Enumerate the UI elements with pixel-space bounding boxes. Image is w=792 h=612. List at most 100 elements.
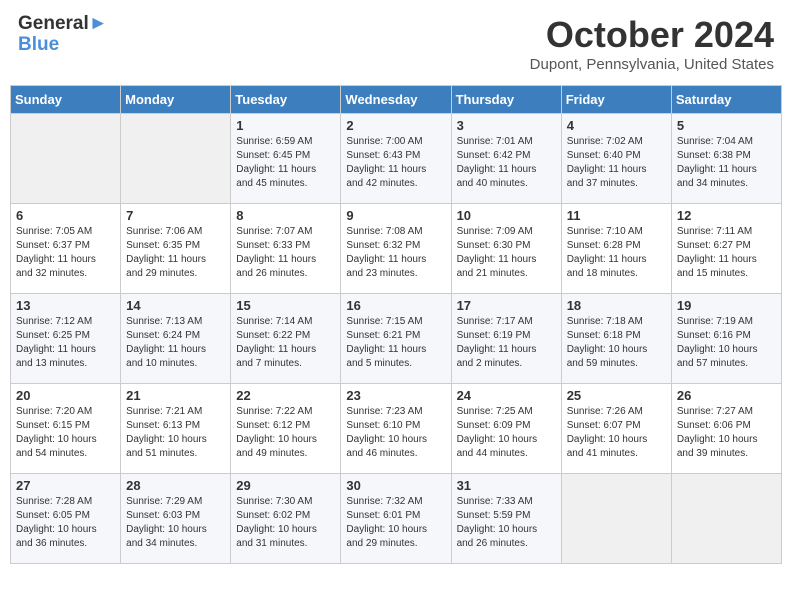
day-number: 7: [126, 208, 225, 223]
day-number: 11: [567, 208, 666, 223]
month-title: October 2024: [530, 14, 774, 56]
day-info: Sunrise: 7:13 AMSunset: 6:24 PMDaylight:…: [126, 315, 225, 371]
day-info: Sunrise: 7:02 AMSunset: 6:40 PMDaylight:…: [567, 135, 666, 191]
logo-line2: Blue: [18, 35, 108, 56]
day-number: 17: [457, 298, 556, 313]
day-number: 3: [457, 118, 556, 133]
day-info: Sunrise: 7:04 AMSunset: 6:38 PMDaylight:…: [677, 135, 776, 191]
calendar-header-saturday: Saturday: [671, 86, 781, 114]
calendar-table: SundayMondayTuesdayWednesdayThursdayFrid…: [10, 85, 782, 564]
day-info: Sunrise: 7:11 AMSunset: 6:27 PMDaylight:…: [677, 225, 776, 281]
calendar-cell: 8 Sunrise: 7:07 AMSunset: 6:33 PMDaylight…: [231, 204, 341, 294]
day-info: Sunrise: 7:29 AMSunset: 6:03 PMDaylight:…: [126, 495, 225, 551]
calendar-cell: 21 Sunrise: 7:21 AMSunset: 6:13 PMDayligh…: [121, 384, 231, 474]
day-number: 29: [236, 478, 335, 493]
calendar-week-row: 20Sunrise: 7:20 AMSunset: 6:15 PMDayligh…: [11, 384, 782, 474]
calendar-cell: 15Sunrise: 7:14 AMSunset: 6:22 PMDayligh…: [231, 294, 341, 384]
calendar-cell: 5 Sunrise: 7:04 AMSunset: 6:38 PMDaylight…: [671, 114, 781, 204]
day-info: Sunrise: 7:21 AMSunset: 6:13 PMDaylight:…: [126, 405, 225, 461]
day-number: 16: [346, 298, 445, 313]
day-number: 5: [677, 118, 776, 133]
day-info: Sunrise: 7:18 AMSunset: 6:18 PMDaylight:…: [567, 315, 666, 371]
calendar-cell: 7 Sunrise: 7:06 AMSunset: 6:35 PMDaylight…: [121, 204, 231, 294]
calendar-cell: 17 Sunrise: 7:17 AMSunset: 6:19 PMDayligh…: [451, 294, 561, 384]
day-number: 26: [677, 388, 776, 403]
day-info: Sunrise: 7:33 AMSunset: 5:59 PMDaylight:…: [457, 495, 556, 551]
day-info: Sunrise: 7:19 AMSunset: 6:16 PMDaylight:…: [677, 315, 776, 371]
calendar-cell: [561, 474, 671, 564]
day-number: 13: [16, 298, 115, 313]
calendar-week-row: 27Sunrise: 7:28 AMSunset: 6:05 PMDayligh…: [11, 474, 782, 564]
calendar-cell: 25Sunrise: 7:26 AMSunset: 6:07 PMDayligh…: [561, 384, 671, 474]
logo: General► Blue: [18, 14, 108, 56]
calendar-header-monday: Monday: [121, 86, 231, 114]
calendar-cell: 24 Sunrise: 7:25 AMSunset: 6:09 PMDayligh…: [451, 384, 561, 474]
day-number: 4: [567, 118, 666, 133]
location-subtitle: Dupont, Pennsylvania, United States: [530, 56, 774, 73]
day-info: Sunrise: 7:07 AMSunset: 6:33 PMDaylight:…: [236, 225, 335, 281]
day-info: Sunrise: 7:30 AMSunset: 6:02 PMDaylight:…: [236, 495, 335, 551]
calendar-cell: 9 Sunrise: 7:08 AMSunset: 6:32 PMDaylight…: [341, 204, 451, 294]
calendar-cell: 16Sunrise: 7:15 AMSunset: 6:21 PMDayligh…: [341, 294, 451, 384]
day-info: Sunrise: 7:32 AMSunset: 6:01 PMDaylight:…: [346, 495, 445, 551]
day-info: Sunrise: 7:22 AMSunset: 6:12 PMDaylight:…: [236, 405, 335, 461]
day-info: Sunrise: 7:12 AMSunset: 6:25 PMDaylight:…: [16, 315, 115, 371]
calendar-cell: 20Sunrise: 7:20 AMSunset: 6:15 PMDayligh…: [11, 384, 121, 474]
calendar-cell: 27Sunrise: 7:28 AMSunset: 6:05 PMDayligh…: [11, 474, 121, 564]
calendar-cell: 26 Sunrise: 7:27 AMSunset: 6:06 PMDayligh…: [671, 384, 781, 474]
calendar-cell: 11Sunrise: 7:10 AMSunset: 6:28 PMDayligh…: [561, 204, 671, 294]
day-number: 21: [126, 388, 225, 403]
day-number: 9: [346, 208, 445, 223]
day-info: Sunrise: 7:17 AMSunset: 6:19 PMDaylight:…: [457, 315, 556, 371]
day-number: 12: [677, 208, 776, 223]
calendar-header-tuesday: Tuesday: [231, 86, 341, 114]
day-number: 14: [126, 298, 225, 313]
calendar-cell: 3Sunrise: 7:01 AMSunset: 6:42 PMDaylight…: [451, 114, 561, 204]
calendar-week-row: 1 Sunrise: 6:59 AMSunset: 6:45 PMDaylight…: [11, 114, 782, 204]
calendar-cell: 28 Sunrise: 7:29 AMSunset: 6:03 PMDayligh…: [121, 474, 231, 564]
day-number: 6: [16, 208, 115, 223]
day-number: 24: [457, 388, 556, 403]
day-number: 27: [16, 478, 115, 493]
calendar-cell: [671, 474, 781, 564]
calendar-cell: 18Sunrise: 7:18 AMSunset: 6:18 PMDayligh…: [561, 294, 671, 384]
calendar-cell: 14 Sunrise: 7:13 AMSunset: 6:24 PMDayligh…: [121, 294, 231, 384]
logo-line1: General►: [18, 14, 108, 35]
calendar-cell: 1 Sunrise: 6:59 AMSunset: 6:45 PMDaylight…: [231, 114, 341, 204]
day-number: 19: [677, 298, 776, 313]
day-number: 2: [346, 118, 445, 133]
calendar-cell: 29 Sunrise: 7:30 AMSunset: 6:02 PMDayligh…: [231, 474, 341, 564]
calendar-cell: 22Sunrise: 7:22 AMSunset: 6:12 PMDayligh…: [231, 384, 341, 474]
calendar-cell: 12 Sunrise: 7:11 AMSunset: 6:27 PMDayligh…: [671, 204, 781, 294]
day-number: 23: [346, 388, 445, 403]
calendar-cell: 31 Sunrise: 7:33 AMSunset: 5:59 PMDayligh…: [451, 474, 561, 564]
page-header: General► Blue October 2024 Dupont, Penns…: [10, 10, 782, 77]
day-number: 28: [126, 478, 225, 493]
calendar-cell: [121, 114, 231, 204]
calendar-header-friday: Friday: [561, 86, 671, 114]
day-number: 20: [16, 388, 115, 403]
day-info: Sunrise: 7:08 AMSunset: 6:32 PMDaylight:…: [346, 225, 445, 281]
calendar-cell: 6 Sunrise: 7:05 AMSunset: 6:37 PMDaylight…: [11, 204, 121, 294]
calendar-body: 1 Sunrise: 6:59 AMSunset: 6:45 PMDaylight…: [11, 114, 782, 564]
calendar-header-sunday: Sunday: [11, 86, 121, 114]
day-number: 8: [236, 208, 335, 223]
day-info: Sunrise: 7:26 AMSunset: 6:07 PMDaylight:…: [567, 405, 666, 461]
calendar-week-row: 13 Sunrise: 7:12 AMSunset: 6:25 PMDayligh…: [11, 294, 782, 384]
day-info: Sunrise: 7:00 AMSunset: 6:43 PMDaylight:…: [346, 135, 445, 191]
calendar-cell: 19 Sunrise: 7:19 AMSunset: 6:16 PMDayligh…: [671, 294, 781, 384]
day-info: Sunrise: 7:27 AMSunset: 6:06 PMDaylight:…: [677, 405, 776, 461]
calendar-header-wednesday: Wednesday: [341, 86, 451, 114]
day-info: Sunrise: 7:25 AMSunset: 6:09 PMDaylight:…: [457, 405, 556, 461]
day-number: 10: [457, 208, 556, 223]
day-number: 1: [236, 118, 335, 133]
day-info: Sunrise: 7:09 AMSunset: 6:30 PMDaylight:…: [457, 225, 556, 281]
calendar-cell: [11, 114, 121, 204]
day-number: 31: [457, 478, 556, 493]
day-info: Sunrise: 7:05 AMSunset: 6:37 PMDaylight:…: [16, 225, 115, 281]
calendar-cell: 23Sunrise: 7:23 AMSunset: 6:10 PMDayligh…: [341, 384, 451, 474]
day-info: Sunrise: 6:59 AMSunset: 6:45 PMDaylight:…: [236, 135, 335, 191]
day-info: Sunrise: 7:14 AMSunset: 6:22 PMDaylight:…: [236, 315, 335, 371]
day-info: Sunrise: 7:06 AMSunset: 6:35 PMDaylight:…: [126, 225, 225, 281]
calendar-cell: 13 Sunrise: 7:12 AMSunset: 6:25 PMDayligh…: [11, 294, 121, 384]
